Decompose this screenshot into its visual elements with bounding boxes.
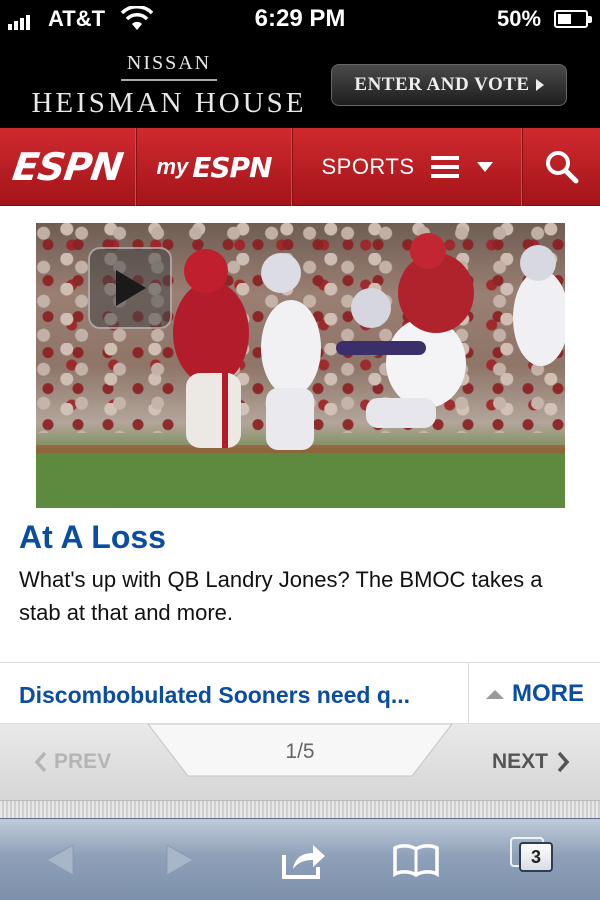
related-story-link[interactable]: Discombobulated Sooners need q... — [19, 663, 410, 725]
chevron-down-icon — [476, 162, 493, 172]
forward-icon — [166, 844, 195, 876]
chevron-up-icon — [486, 689, 504, 699]
carousel-pager: PREV 1/5 NEXT — [0, 724, 600, 800]
menu-icon — [430, 156, 459, 178]
enter-and-vote-button[interactable]: ENTER AND VOTE — [331, 64, 567, 106]
bookmarks-icon — [393, 844, 439, 877]
battery-icon — [554, 10, 592, 28]
article-video-thumbnail[interactable] — [36, 223, 565, 508]
ad-brand-large: HEISMAN HOUSE — [31, 87, 307, 119]
sports-label: SPORTS — [321, 154, 415, 179]
share-button[interactable] — [276, 835, 332, 885]
play-icon — [116, 270, 146, 306]
battery-percent: 50% — [497, 6, 542, 31]
myespn-link[interactable]: my ESPN — [137, 128, 291, 206]
article-summary: What's up with QB Landry Jones? The BMOC… — [19, 567, 543, 625]
enter-and-vote-label: ENTER AND VOTE — [354, 74, 530, 95]
browser-toolbar: 3 — [0, 818, 600, 900]
ad-brand-logo: NISSAN HEISMAN HOUSE — [24, 52, 314, 120]
tabs-count-badge: 3 — [519, 842, 553, 872]
article-headline[interactable]: At A Loss — [19, 519, 166, 556]
next-label: NEXT — [491, 750, 548, 773]
next-button[interactable]: NEXT — [492, 724, 570, 800]
battery-fill — [558, 14, 571, 24]
play-arrow-icon — [535, 79, 544, 91]
myespn-prefix: my — [156, 154, 189, 179]
espn-logo-link[interactable]: ESPN — [0, 128, 135, 206]
ad-banner[interactable]: NISSAN HEISMAN HOUSE ENTER AND VOTE — [0, 40, 600, 128]
play-video-button[interactable] — [88, 247, 172, 329]
bookmarks-button[interactable] — [388, 835, 444, 885]
search-icon — [545, 151, 578, 184]
search-button[interactable] — [523, 128, 600, 206]
more-label: MORE — [512, 680, 584, 707]
more-row: Discombobulated Sooners need q... MORE — [0, 662, 600, 725]
sports-menu-button[interactable]: SPORTS — [293, 128, 521, 206]
chevron-right-icon — [557, 751, 570, 773]
espn-nav-bar: ESPN my ESPN SPORTS — [0, 128, 600, 206]
forward-button[interactable] — [152, 835, 208, 885]
share-icon — [282, 845, 325, 879]
back-icon — [45, 844, 74, 876]
myespn-logo: ESPN — [192, 150, 272, 184]
toolbar-separator — [0, 800, 600, 818]
status-bar: AT&T 6:29 PM 50% — [0, 0, 600, 40]
more-button[interactable]: MORE — [470, 663, 600, 725]
ad-brand-small: NISSAN — [126, 52, 212, 74]
back-button[interactable] — [32, 835, 88, 885]
espn-logo: ESPN — [9, 145, 126, 189]
